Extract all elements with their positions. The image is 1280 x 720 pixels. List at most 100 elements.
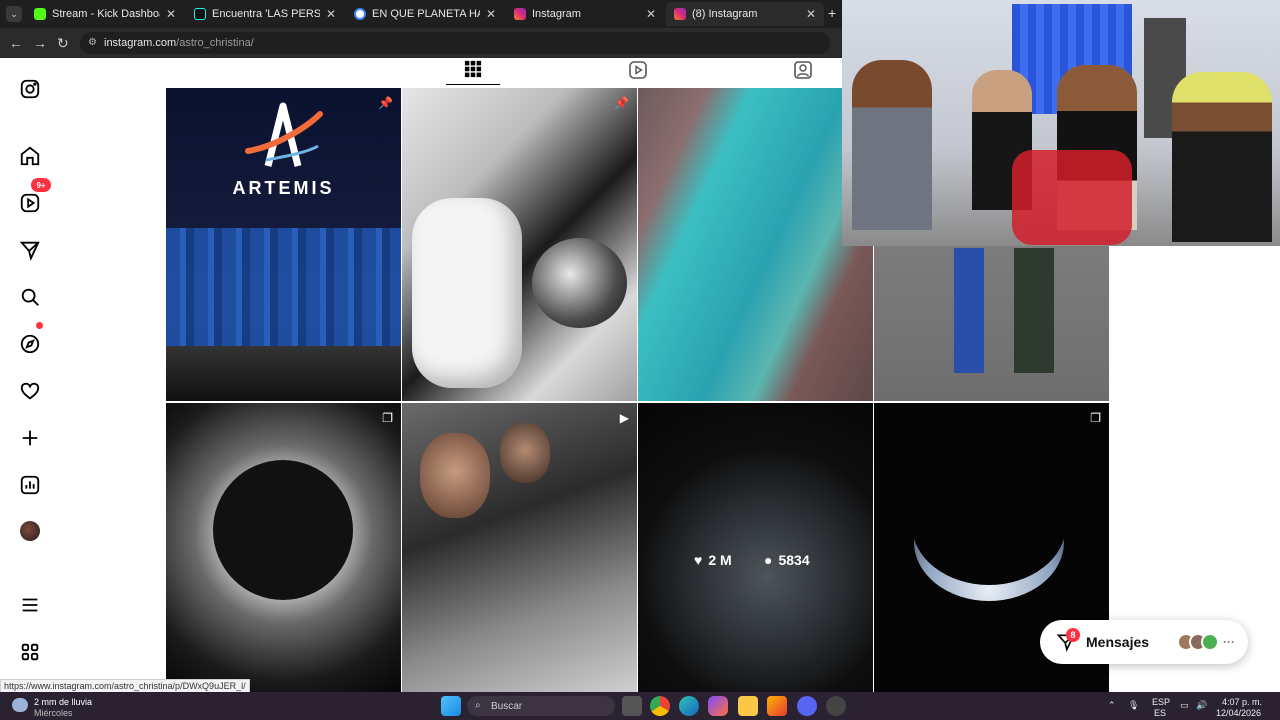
search-icon[interactable]	[18, 285, 42, 309]
kick-icon	[34, 8, 46, 20]
edge-icon[interactable]	[679, 696, 699, 716]
weather-sub: Miércoles	[34, 708, 73, 718]
lang-main[interactable]: ESP	[1152, 697, 1170, 707]
start-icon[interactable]	[441, 696, 461, 716]
tab-title: (8) Instagram	[692, 8, 758, 20]
person-4	[1172, 72, 1272, 242]
recent-chat-avatars: ···	[1177, 633, 1235, 651]
store-icon[interactable]	[767, 696, 787, 716]
messages-bar[interactable]: 8 Mensajes ···	[1040, 620, 1248, 664]
instagram-icon	[674, 8, 686, 20]
close-tab-icon[interactable]: ✕	[326, 7, 336, 21]
weather-main: 2 mm de lluvia	[34, 697, 93, 707]
search-icon: ⌕	[475, 700, 481, 711]
tagged-tab-icon[interactable]	[793, 60, 813, 80]
person-1	[852, 60, 932, 230]
copilot-icon[interactable]	[708, 696, 728, 716]
url-host: instagram.com	[104, 37, 177, 49]
profile-tabs	[446, 58, 846, 88]
reel-icon: ▶	[619, 411, 629, 425]
messages-icon[interactable]	[18, 238, 42, 262]
post-tile-iss-crew[interactable]: ▶	[402, 403, 637, 693]
more-dots-icon: ···	[1223, 635, 1236, 649]
carousel-icon: ❐	[382, 411, 393, 425]
explore-icon[interactable]	[18, 332, 42, 356]
browser-tab[interactable]: EN QUE PLANETA HAY ADMOS ✕	[346, 2, 504, 26]
post-tile-spacewalk[interactable]: 📌	[402, 88, 637, 401]
crescent-shadow	[912, 465, 1066, 585]
url-path: /astro_christina/	[176, 37, 254, 49]
browser-tab[interactable]: Stream - Kick Dashboard ✕	[26, 2, 184, 26]
site-info-icon[interactable]: ⚙	[88, 37, 97, 48]
link-status-url: https://www.instagram.com/astro_christin…	[0, 679, 250, 693]
time[interactable]: 4:07 p. m.	[1222, 697, 1262, 707]
post-tile-artemis[interactable]: ARTEMIS 📌	[166, 88, 401, 401]
helmet-visor	[532, 238, 627, 328]
close-tab-icon[interactable]: ✕	[806, 7, 816, 21]
messages-label: Mensajes	[1086, 634, 1150, 650]
file-explorer-icon[interactable]	[738, 696, 758, 716]
posts-grid-tab-icon[interactable]	[464, 60, 484, 80]
messages-badge: 9+	[31, 178, 51, 192]
volume-icon[interactable]: 🔊	[1196, 700, 1207, 711]
taskbar-search[interactable]: ⌕ Buscar	[467, 696, 615, 716]
close-tab-icon[interactable]: ✕	[166, 7, 176, 21]
task-view-icon[interactable]	[622, 696, 642, 716]
likes-count: 2 M	[708, 552, 732, 568]
weather-icon[interactable]	[12, 698, 28, 712]
comments-count: 5834	[778, 552, 810, 568]
url-field[interactable]: ⚙ instagram.com/astro_christina/	[80, 32, 830, 54]
tab-title: Stream - Kick Dashboard	[52, 8, 160, 20]
tab-title: Encuentra 'LAS PERSONAS SAL	[212, 8, 320, 20]
network-icon[interactable]: ▭	[1180, 700, 1189, 711]
instagram-icon	[514, 8, 526, 20]
reels-tab-icon[interactable]	[628, 60, 648, 80]
close-tab-icon[interactable]: ✕	[646, 7, 656, 21]
create-icon[interactable]	[18, 426, 42, 450]
active-tab-indicator	[446, 84, 500, 85]
back-icon[interactable]: ←	[9, 35, 23, 51]
pin-icon: 📌	[614, 96, 629, 110]
instagram-logo-icon[interactable]	[18, 77, 42, 101]
tray-chevron-icon[interactable]: ⌃	[1108, 700, 1116, 711]
browser-tab[interactable]: Encuentra 'LAS PERSONAS SAL ✕	[186, 2, 344, 26]
notifications-icon[interactable]	[18, 379, 42, 403]
discord-icon[interactable]	[797, 696, 817, 716]
tab-title: Instagram	[532, 8, 581, 20]
carousel-icon: ❐	[1090, 411, 1101, 425]
reload-icon[interactable]: ↻	[57, 35, 69, 52]
person-legs	[954, 248, 984, 373]
chrome-icon[interactable]	[650, 696, 670, 716]
person-legs	[1014, 248, 1054, 373]
astronaut-group-photo	[166, 228, 401, 348]
profile-avatar[interactable]	[20, 521, 40, 541]
post-tile-earth-coast[interactable]	[638, 88, 873, 401]
hover-overlay	[638, 403, 873, 693]
mic-icon[interactable]: 🎙	[1128, 700, 1139, 711]
google-icon	[354, 8, 366, 20]
more-menu-icon[interactable]	[18, 593, 42, 617]
red-chair	[1012, 150, 1132, 245]
reels-icon[interactable]	[18, 191, 42, 215]
webcam-overlay	[842, 0, 1280, 246]
artemis-logo	[245, 102, 323, 167]
search-placeholder: Buscar	[491, 700, 523, 712]
moon-disc	[213, 460, 353, 600]
comments-stat: ● 5834	[764, 552, 810, 568]
home-icon[interactable]	[18, 144, 42, 168]
new-tab-button[interactable]: +	[828, 5, 836, 21]
forward-icon[interactable]: →	[33, 35, 47, 51]
likes-stat: ♥ 2 M	[694, 552, 732, 568]
windows-taskbar: 2 mm de lluvia Miércoles ⌕ Buscar ⌃ 🎙 ES…	[0, 692, 1280, 720]
browser-tab[interactable]: Instagram ✕	[506, 2, 664, 26]
tab-list-button[interactable]: ⌄	[6, 6, 22, 22]
obs-icon[interactable]	[826, 696, 846, 716]
post-tile-eclipse[interactable]: ❐	[166, 403, 401, 693]
dashboard-icon[interactable]	[18, 473, 42, 497]
browser-tab-active[interactable]: (8) Instagram ✕	[666, 2, 824, 26]
astronaut-suit	[412, 198, 522, 388]
close-tab-icon[interactable]: ✕	[486, 7, 496, 21]
post-tile-earth-window[interactable]: ♥ 2 M ● 5834	[638, 403, 873, 693]
date[interactable]: 12/04/2026	[1216, 708, 1261, 718]
also-from-meta-icon[interactable]	[18, 640, 42, 664]
